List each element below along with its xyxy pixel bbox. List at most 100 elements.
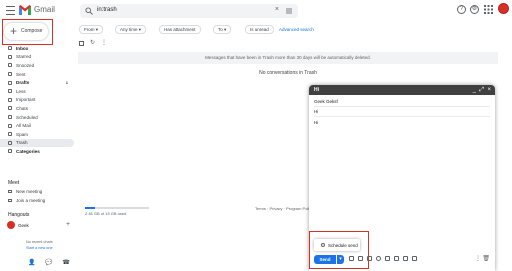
main-menu-icon[interactable] [6, 6, 15, 15]
sidebar-item-inbox[interactable]: Inbox [0, 44, 74, 53]
sidebar-item-label: Starred [16, 54, 32, 60]
apps-icon[interactable] [484, 5, 493, 14]
join-meeting-item[interactable]: Join a meeting [8, 198, 45, 203]
compose-header[interactable]: Hi _ ⤢ × [309, 85, 495, 95]
top-bar: Gmail in:trash × ? ⚙ [0, 0, 512, 22]
link-icon[interactable] [367, 256, 372, 261]
sidebar-item-categories[interactable]: Categories [0, 147, 74, 156]
compose-button[interactable]: + Compose [4, 23, 48, 40]
draft-icon [8, 80, 12, 85]
more-options-icon[interactable]: ⋮ [101, 39, 107, 46]
divider [314, 106, 490, 107]
search-bar[interactable]: in:trash × [80, 4, 298, 18]
schedule-send-label: Schedule send [328, 242, 358, 248]
storage-bar [85, 207, 149, 209]
sidebar-item-label: Categories [16, 148, 40, 154]
fullscreen-icon[interactable]: ⤢ [479, 86, 484, 94]
sidebar-item-spam[interactable]: Spam [0, 130, 74, 139]
advanced-search-link[interactable]: Advanced search [279, 27, 314, 32]
settings-icon[interactable]: ⚙ [470, 5, 479, 14]
confidential-icon[interactable] [403, 256, 408, 261]
sidebar-item-label: Snoozed [16, 62, 35, 68]
video-icon [8, 190, 12, 193]
send-options-arrow-icon[interactable]: ▾ [337, 255, 344, 264]
person-icon[interactable]: 👤 [28, 260, 35, 266]
search-options-icon[interactable] [285, 7, 293, 15]
sidebar-item-scheduled[interactable]: Scheduled [0, 113, 74, 122]
photo-icon[interactable] [394, 256, 399, 261]
search-icon[interactable] [85, 7, 93, 15]
hangouts-bottom-bar: 👤 💬 ☎ [28, 259, 70, 266]
sidebar-item-less[interactable]: Less [0, 87, 74, 96]
sidebar-item-label: All Mail [16, 123, 31, 129]
attach-icon[interactable] [358, 256, 363, 261]
hangouts-title: Hangouts [8, 212, 30, 218]
chevron-up-icon [8, 89, 12, 94]
sidebar-item-starred[interactable]: Starred [0, 53, 74, 62]
sidebar-item-label: Spam [16, 131, 29, 137]
sidebar-item-all-mail[interactable]: All Mail [0, 121, 74, 130]
account-avatar[interactable] [498, 3, 509, 14]
select-all-checkbox[interactable] [79, 41, 84, 46]
formatting-icon[interactable] [349, 256, 354, 261]
footer-links[interactable]: Terms · Privacy · Program Policies [255, 206, 316, 211]
no-recent-chats: No recent chats [26, 240, 53, 244]
sidebar-item-chats[interactable]: Chats [0, 104, 74, 113]
sidebar-item-label: Chats [16, 105, 29, 111]
gmail-logo-icon[interactable] [19, 5, 31, 15]
sidebar-item-label: Trash [16, 140, 28, 146]
mail-icon [8, 123, 12, 128]
discard-draft-icon[interactable]: 🗑 [482, 255, 490, 262]
schedule-send-option[interactable]: Schedule send [314, 239, 360, 251]
minimize-icon[interactable]: _ [473, 86, 476, 94]
storage-text: 2.46 GB of 15 GB used [85, 211, 127, 216]
chip-has-attachment[interactable]: Has attachment [159, 25, 201, 34]
refresh-icon[interactable]: ↻ [90, 39, 95, 46]
join-meeting-label: Join a meeting [16, 198, 46, 203]
sidebar-item-snoozed[interactable]: Snoozed [0, 61, 74, 70]
storage-fill [85, 207, 96, 209]
clock-icon [8, 63, 12, 68]
body-field[interactable]: Hi [314, 120, 318, 125]
sidebar-item-drafts[interactable]: Drafts 1 [0, 78, 74, 87]
emoji-icon[interactable] [376, 256, 381, 261]
trash-icon [8, 140, 12, 145]
chat-bubble-icon[interactable]: 💬 [45, 260, 52, 266]
sidebar-nav: Inbox Starred Snoozed Sent Drafts 1 Less Import… [0, 44, 74, 156]
schedule-clock-icon [321, 243, 325, 247]
chip-is-unread[interactable]: Is unread [245, 25, 274, 34]
chip-from[interactable]: From ▾ [79, 25, 104, 34]
sidebar-item-important[interactable]: Important [0, 96, 74, 105]
sidebar-item-sent[interactable]: Sent [0, 70, 74, 79]
new-chat-plus-icon[interactable]: + [66, 221, 70, 228]
sidebar-item-label: Drafts [16, 80, 30, 86]
compose-title: Hi [314, 87, 319, 93]
hangouts-avatar[interactable] [7, 221, 15, 229]
close-icon[interactable]: × [487, 86, 491, 94]
chip-to[interactable]: To ▾ [213, 25, 232, 34]
clear-search-icon[interactable]: × [275, 6, 279, 13]
to-field[interactable]: Geek Geksf [314, 99, 338, 104]
drive-icon[interactable] [385, 256, 390, 261]
subject-field[interactable]: Hi [314, 109, 318, 114]
sidebar-item-label: Inbox [16, 45, 29, 51]
sidebar-item-label: Less [16, 88, 26, 94]
start-new-chat-link[interactable]: Start a new one [26, 246, 53, 250]
send-button[interactable]: Send [314, 255, 336, 264]
search-input[interactable]: in:trash [97, 7, 117, 13]
chip-any-time[interactable]: Any time ▾ [115, 25, 147, 34]
new-meeting-item[interactable]: New meeting [8, 189, 42, 194]
hangouts-user-name[interactable]: Geek [18, 223, 29, 228]
keyboard-icon [8, 199, 12, 202]
plus-icon: + [10, 24, 18, 38]
help-icon[interactable]: ? [457, 5, 466, 14]
sidebar-item-label: Scheduled [16, 114, 38, 120]
trash-notice: Messages that have been in Trash more th… [78, 52, 498, 64]
phone-icon[interactable]: ☎ [62, 260, 69, 266]
scheduled-icon [8, 115, 12, 120]
sidebar-item-trash[interactable]: Trash [0, 138, 74, 148]
more-compose-options-icon[interactable]: ⋮ [475, 255, 481, 262]
compose-window: Hi _ ⤢ × Geek Geksf Hi Hi Schedule send … [309, 85, 495, 271]
send-icon [8, 72, 12, 77]
signature-icon[interactable] [412, 256, 417, 261]
